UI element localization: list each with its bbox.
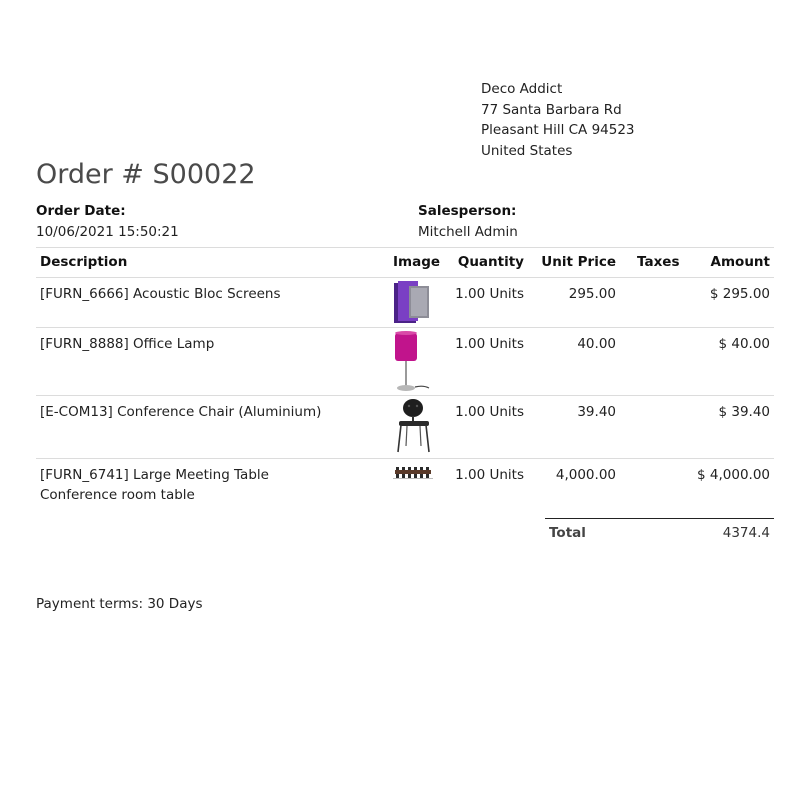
line-quantity: 1.00 Units	[455, 404, 524, 420]
salesperson-label: Salesperson:	[418, 203, 517, 219]
office-lamp-image	[395, 331, 430, 391]
line-unit-price: 39.40	[577, 404, 616, 420]
total-value: 4374.4	[722, 525, 770, 541]
header-unit-price: Unit Price	[541, 254, 616, 270]
customer-address: Deco Addict 77 Santa Barbara Rd Pleasant…	[481, 79, 635, 161]
meeting-table-image	[393, 467, 433, 479]
table-row: [FURN_6666] Acoustic Bloc Screens 1.00 U…	[36, 278, 774, 328]
header-quantity: Quantity	[457, 254, 524, 270]
line-description: [FURN_6741] Large Meeting Table	[40, 467, 269, 483]
line-unit-price: 4,000.00	[555, 467, 616, 483]
line-amount: $ 295.00	[709, 286, 770, 302]
order-lines-table: Description Image Quantity Unit Price Ta…	[36, 247, 774, 511]
customer-city: Pleasant Hill CA 94523	[481, 122, 635, 138]
payment-terms: Payment terms: 30 Days	[36, 596, 203, 612]
line-amount: $ 39.40	[718, 404, 770, 420]
customer-street: 77 Santa Barbara Rd	[481, 101, 622, 118]
order-date-block: Order Date: 10/06/2021 15:50:21	[36, 201, 179, 242]
line-description-note: Conference room table	[40, 487, 195, 503]
header-taxes: Taxes	[637, 254, 680, 270]
line-description: [FURN_6666] Acoustic Bloc Screens	[40, 286, 281, 302]
page-title: Order # S00022	[36, 159, 256, 190]
order-date-value: 10/06/2021 15:50:21	[36, 223, 179, 240]
totals-block: Total 4374.4	[545, 518, 774, 547]
line-amount: $ 40.00	[718, 336, 770, 352]
line-quantity: 1.00 Units	[455, 286, 524, 302]
header-description: Description	[40, 254, 128, 270]
header-image: Image	[393, 254, 441, 270]
line-unit-price: 40.00	[577, 336, 616, 352]
line-unit-price: 295.00	[568, 286, 616, 302]
header-amount: Amount	[710, 254, 770, 270]
total-label: Total	[549, 525, 586, 541]
acoustic-screens-image	[394, 281, 429, 323]
salesperson-block: Salesperson: Mitchell Admin	[418, 201, 518, 242]
line-amount: $ 4,000.00	[697, 467, 770, 483]
sale-order-document: Deco Addict 77 Santa Barbara Rd Pleasant…	[0, 0, 809, 792]
customer-name: Deco Addict	[481, 81, 563, 97]
line-quantity: 1.00 Units	[455, 467, 524, 483]
salesperson-value: Mitchell Admin	[418, 223, 518, 240]
order-date-label: Order Date:	[36, 203, 126, 219]
line-description: [E-COM13] Conference Chair (Aluminium)	[40, 404, 322, 420]
line-quantity: 1.00 Units	[455, 336, 524, 352]
line-description: [FURN_8888] Office Lamp	[40, 336, 215, 352]
customer-country: United States	[481, 142, 573, 159]
table-header: Description Image Quantity Unit Price Ta…	[36, 248, 774, 278]
table-row: [E-COM13] Conference Chair (Aluminium) 1…	[36, 396, 774, 459]
table-row: [FURN_8888] Office Lamp 1.00 Units 40.00…	[36, 328, 774, 396]
table-row: [FURN_6741] Large Meeting Table Conferen…	[36, 459, 774, 511]
conference-chair-image	[397, 399, 430, 453]
